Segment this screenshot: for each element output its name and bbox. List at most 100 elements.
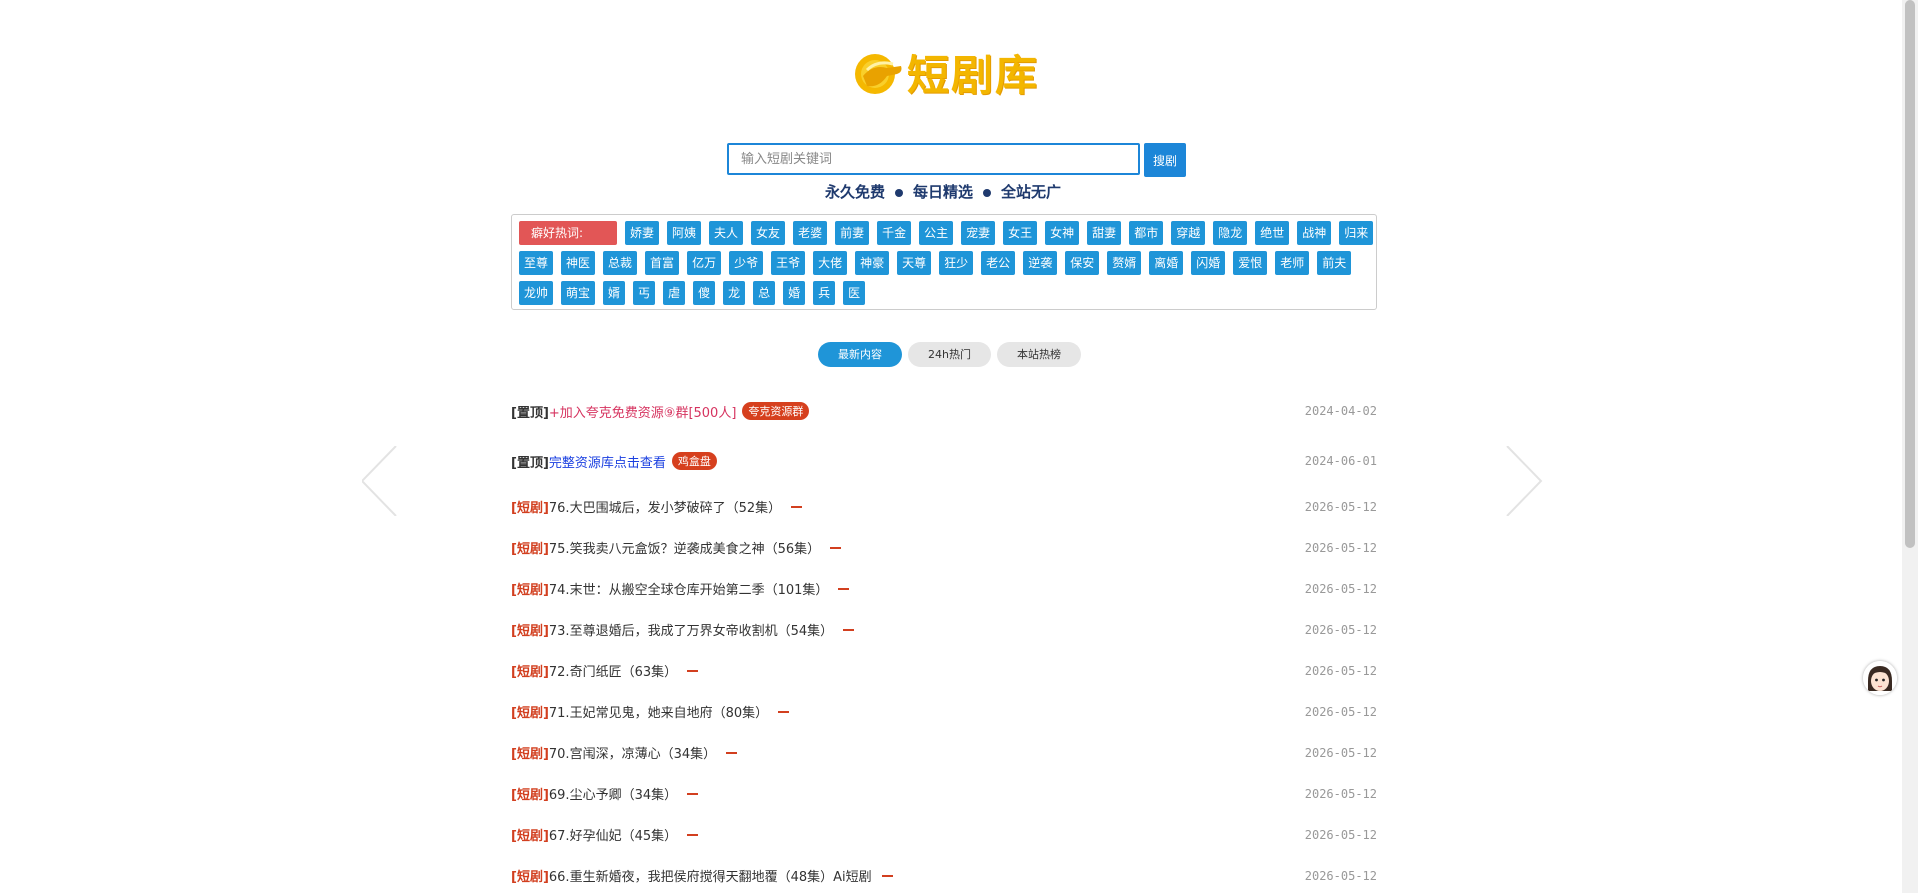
hot-tag[interactable]: 女友 [751, 221, 786, 245]
dash-mark [726, 751, 738, 754]
hot-tag[interactable]: 老婆 [793, 221, 828, 245]
avatar-icon[interactable] [1863, 661, 1897, 695]
chevron-right-icon[interactable] [1505, 446, 1575, 516]
item-prefix: [短剧] [511, 706, 549, 721]
scrollbar-thumb[interactable] [1905, 0, 1915, 548]
hot-tag[interactable]: 公主 [919, 221, 954, 245]
hot-tag[interactable]: 闪婚 [1191, 251, 1226, 275]
hot-tag[interactable]: 狂少 [939, 251, 974, 275]
item-date: 2026-05-12 [1304, 540, 1377, 555]
hot-tag[interactable]: 亿万 [687, 251, 722, 275]
hot-tag[interactable]: 老师 [1275, 251, 1310, 275]
item-date: 2024-06-01 [1304, 454, 1377, 468]
item-title-link[interactable]: 71.王妃常见鬼，她来自地府（80集） [549, 702, 768, 721]
hot-tag[interactable]: 大佬 [813, 251, 848, 275]
item-title-link[interactable]: 75.笑我卖八元盒饭？逆袭成美食之神（56集） [549, 538, 820, 557]
hot-tag[interactable]: 前夫 [1317, 251, 1352, 275]
dash-mark [791, 505, 803, 508]
hot-tag[interactable]: 虐 [663, 281, 686, 305]
hot-tag[interactable]: 王爷 [771, 251, 806, 275]
chevron-left-icon[interactable] [362, 446, 432, 516]
item-prefix: [短剧] [511, 583, 549, 598]
dash-mark [830, 546, 842, 549]
hot-tag[interactable]: 医 [843, 281, 866, 305]
hot-tag[interactable]: 老公 [981, 251, 1016, 275]
item-title-link[interactable]: 67.好孕仙妃（45集） [549, 825, 677, 844]
slogan: 永久免费 每日精选 全站无广 [727, 181, 1159, 202]
hot-tag[interactable]: 保安 [1065, 251, 1100, 275]
list-item[interactable]: [短剧] 66.重生新婚夜，我把侯府搅得天翻地覆（48集）Ai短剧 2026-05-… [511, 855, 1391, 893]
list-item[interactable]: [短剧] 72.奇门纸匠（63集） 2026-05-12 [511, 650, 1391, 691]
hot-tag[interactable]: 傻 [693, 281, 716, 305]
tab-site-ranking[interactable]: 本站热榜 [996, 342, 1081, 367]
hot-tag[interactable]: 都市 [1129, 221, 1164, 245]
item-title-link[interactable]: 76.大巴围城后，发小梦破碎了（52集） [549, 497, 781, 516]
list-item[interactable]: [短剧] 76.大巴围城后，发小梦破碎了（52集） 2026-05-12 [511, 486, 1391, 527]
hot-tag[interactable]: 龙 [723, 281, 746, 305]
list-item[interactable]: [短剧] 75.笑我卖八元盒饭？逆袭成美食之神（56集） 2026-05-12 [511, 527, 1391, 568]
hot-tag[interactable]: 绝世 [1255, 221, 1290, 245]
hot-tag[interactable]: 阿姨 [667, 221, 702, 245]
hot-tag[interactable]: 天尊 [897, 251, 932, 275]
hot-tag[interactable]: 逆袭 [1023, 251, 1058, 275]
hot-tag[interactable]: 神医 [561, 251, 596, 275]
hot-tag[interactable]: 爱恨 [1233, 251, 1268, 275]
hot-tag[interactable]: 丐 [633, 281, 656, 305]
search-input[interactable] [727, 143, 1140, 175]
hot-tag[interactable]: 首富 [645, 251, 680, 275]
hot-tag[interactable]: 少爷 [729, 251, 764, 275]
logo-text: 短剧库 [907, 51, 1040, 100]
hot-tag[interactable]: 隐龙 [1213, 221, 1248, 245]
list-item[interactable]: [短剧] 73.至尊退婚后，我成了万界女帝收割机（54集） 2026-05-12 [511, 609, 1391, 650]
list-item-pinned[interactable]: [置顶] +加入夸克免费资源⑨群[500人] 夸克资源群 2024-04-02 [511, 386, 1391, 436]
item-title-link[interactable]: 72.奇门纸匠（63集） [549, 661, 677, 680]
hot-tag[interactable]: 千金 [877, 221, 912, 245]
hot-tag[interactable]: 穿越 [1171, 221, 1206, 245]
hot-tag[interactable]: 归来 [1339, 221, 1374, 245]
site-logo[interactable]: 短剧库 [853, 42, 1039, 103]
list-item[interactable]: [短剧] 71.王妃常见鬼，她来自地府（80集） 2026-05-12 [511, 691, 1391, 732]
item-title-link[interactable]: +加入夸克免费资源⑨群[500人] [549, 402, 737, 421]
hot-tag[interactable]: 甜妻 [1087, 221, 1122, 245]
hot-tag[interactable]: 战神 [1297, 221, 1332, 245]
hot-tag[interactable]: 女王 [1003, 221, 1038, 245]
hot-tag[interactable]: 总 [753, 281, 776, 305]
hot-tag[interactable]: 离婚 [1149, 251, 1184, 275]
item-title-link[interactable]: 70.宫闱深，凉薄心（34集） [549, 743, 716, 762]
list-item[interactable]: [短剧] 67.好孕仙妃（45集） 2026-05-12 [511, 814, 1391, 855]
item-title-link[interactable]: 69.尘心予卿（34集） [549, 784, 677, 803]
avatar-face-icon [1863, 661, 1897, 695]
hot-tag[interactable]: 女神 [1045, 221, 1080, 245]
hot-tag[interactable]: 宠妻 [961, 221, 996, 245]
hot-tag[interactable]: 总裁 [603, 251, 638, 275]
search-bar: 搜剧 [727, 143, 1186, 177]
item-badge: 鸡盒盘 [671, 452, 717, 470]
item-title-link[interactable]: 73.至尊退婚后，我成了万界女帝收割机（54集） [549, 620, 833, 639]
item-date: 2026-05-12 [1304, 786, 1377, 801]
hot-tag[interactable]: 兵 [813, 281, 836, 305]
item-date: 2026-05-12 [1304, 581, 1377, 596]
tab-latest[interactable]: 最新内容 [818, 342, 902, 367]
hot-tag[interactable]: 龙帅 [519, 281, 554, 305]
hot-tag[interactable]: 婚 [783, 281, 806, 305]
dash-mark [881, 874, 893, 877]
search-button[interactable]: 搜剧 [1144, 143, 1186, 177]
hot-tag[interactable]: 娇妻 [625, 221, 660, 245]
list-item[interactable]: [短剧] 70.宫闱深，凉薄心（34集） 2026-05-12 [511, 732, 1391, 773]
tab-24h-hot[interactable]: 24h热门 [908, 342, 991, 367]
hot-tag[interactable]: 神豪 [855, 251, 890, 275]
hot-tag[interactable]: 前妻 [835, 221, 870, 245]
hot-tag[interactable]: 婿 [603, 281, 626, 305]
hot-tag[interactable]: 赘婿 [1107, 251, 1142, 275]
list-item[interactable]: [短剧] 74.末世：从搬空全球仓库开始第二季（101集） 2026-05-12 [511, 568, 1391, 609]
page: 短剧库 搜剧 永久免费 每日精选 全站无广 癖好热词: 娇妻阿姨夫人女友老婆前妻千金… [0, 0, 1918, 893]
hot-tag[interactable]: 夫人 [709, 221, 744, 245]
list-item-pinned[interactable]: [置顶] 完整资源库点击查看 鸡盒盘 2024-06-01 [511, 436, 1391, 486]
hot-tag[interactable]: 至尊 [519, 251, 554, 275]
item-title-link[interactable]: 74.末世：从搬空全球仓库开始第二季（101集） [549, 579, 829, 598]
hot-tag[interactable]: 萌宝 [561, 281, 596, 305]
list-item[interactable]: [短剧] 69.尘心予卿（34集） 2026-05-12 [511, 773, 1391, 814]
item-title-link[interactable]: 完整资源库点击查看 [549, 452, 666, 471]
item-title-link[interactable]: 66.重生新婚夜，我把侯府搅得天翻地覆（48集）Ai短剧 [549, 866, 872, 885]
page-scrollbar[interactable] [1902, 0, 1918, 893]
